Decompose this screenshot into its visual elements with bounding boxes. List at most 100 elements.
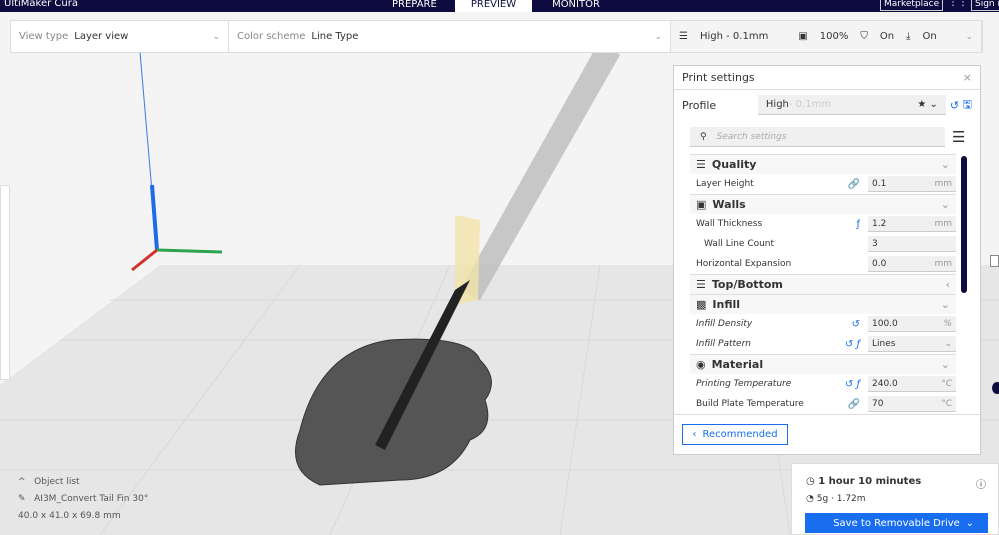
sign-in-button[interactable]: Sign in [971, 0, 999, 11]
tab-prepare[interactable]: PREPARE [392, 0, 437, 12]
setting-unit: °C [941, 378, 952, 389]
setting-label: Wall Thickness [696, 219, 763, 229]
search-icon: ⚲ [700, 131, 707, 142]
category-infill[interactable]: ▩ Infill ⌄ [690, 294, 956, 314]
tab-monitor[interactable]: MONITOR [551, 0, 601, 12]
setting-value-input[interactable]: 0.0 mm [868, 256, 956, 272]
setting-label: Printing Temperature [696, 379, 792, 389]
layer-slider-value[interactable] [990, 255, 999, 267]
category-icon: ☰ [696, 158, 706, 171]
setting-value-input[interactable]: 3 [868, 236, 956, 252]
setting-state-icon[interactable]: 🔗 [830, 179, 860, 190]
chevron-down-icon: ⌄ [965, 31, 973, 42]
object-name: AI3M_Convert Tail Fin 30° [34, 494, 149, 504]
setting-label: Infill Pattern [696, 339, 751, 349]
category-material[interactable]: ◉ Material ⌄ [690, 354, 956, 374]
color-scheme-select[interactable]: Color scheme Line Type ⌄ [229, 21, 671, 52]
category-title: Top/Bottom [711, 278, 783, 291]
profile-summary: High - 0.1mm [699, 31, 769, 42]
save-icon[interactable]: 🖫 [963, 96, 972, 115]
setting-value-input[interactable]: 0.1 mm [868, 176, 956, 192]
apps-grid-icon[interactable]: ⋮⋮ [948, 0, 968, 8]
chevron-down-icon: ⌄ [654, 31, 662, 42]
view-toolbar: View type Layer view ⌄ Color scheme Line… [10, 20, 983, 53]
setting-state-icon[interactable]: ↺ ƒ [830, 379, 860, 390]
recommended-label: Recommended [702, 429, 778, 440]
save-to-drive-button[interactable]: Save to Removable Drive ⌄ [805, 513, 988, 533]
view-type-select[interactable]: View type Layer view ⌄ [11, 21, 229, 52]
search-settings-input[interactable]: ⚲ Search settings [690, 127, 945, 147]
tool-sidebar[interactable] [0, 185, 10, 380]
object-dimensions: 40.0 x 41.0 x 69.8 mm [18, 511, 121, 521]
setting-unit: mm [934, 258, 952, 269]
profile-label: Profile [682, 98, 717, 112]
chevron-down-icon: ⌄ [940, 298, 950, 311]
marketplace-button[interactable]: Marketplace [880, 0, 944, 11]
support-summary: On [879, 31, 895, 42]
support-icon: ⛉ [860, 31, 868, 42]
setting-value: 1.2 [872, 218, 887, 229]
setting-state-icon[interactable]: ↺ ƒ [830, 339, 860, 350]
category-icon: ☰ [696, 278, 706, 291]
setting-value-input[interactable]: 70 °C [868, 396, 956, 412]
print-time: ◷ 1 hour 10 minutes [806, 476, 922, 487]
category-icon: ▩ [696, 298, 707, 311]
setting-row: Printing Temperature ↺ ƒ 240.0 °C [690, 374, 956, 394]
pencil-icon[interactable]: ✎ [18, 494, 26, 504]
category-quality[interactable]: ☰ Quality ⌄ [690, 154, 956, 174]
setting-unit: % [943, 318, 952, 329]
setting-value-input[interactable]: 100.0% [868, 316, 956, 332]
profile-row: Profile High - 0.1mm ★ ⌄ ↺ 🖫 [674, 90, 980, 120]
app-logo: UltiMaker Cura [4, 0, 78, 9]
profile-select[interactable]: High - 0.1mm ★ ⌄ [757, 95, 946, 115]
object-list-toggle[interactable]: ^ Object list [18, 474, 148, 491]
setting-state-icon[interactable]: 🔗 [830, 399, 860, 410]
setting-state-icon[interactable]: ƒ [830, 219, 860, 230]
star-icon: ★ ⌄ [917, 99, 938, 110]
info-icon[interactable]: ⓘ [976, 476, 986, 491]
chevron-down-icon: ⌄ [940, 198, 950, 211]
view-type-label: View type [19, 31, 69, 42]
print-settings-panel: Print settings × Profile High - 0.1mm ★ … [673, 65, 981, 455]
category-icon: ◉ [696, 358, 706, 371]
setting-value-input[interactable]: 1.2 mm [868, 216, 956, 232]
profile-layer-height: - 0.1mm [788, 99, 832, 110]
setting-label: Infill Density [696, 319, 753, 329]
category-walls[interactable]: ▣ Walls ⌄ [690, 194, 956, 214]
settings-scrollbar[interactable] [961, 156, 967, 293]
chevron-up-icon: ^ [18, 477, 26, 487]
category-top-bottom[interactable]: ☰ Top/Bottom ‹ [690, 274, 956, 294]
setting-value-input[interactable]: Lines ⌄ [868, 336, 956, 352]
setting-state-icon[interactable]: ↺ [830, 319, 860, 330]
adhesion-icon: ⤓ [906, 31, 911, 42]
tab-preview[interactable]: PREVIEW [455, 0, 532, 12]
recommended-button[interactable]: ‹ Recommended [682, 424, 788, 445]
category-title: Walls [712, 198, 746, 211]
reset-icon[interactable]: ↺ [950, 99, 959, 112]
setting-row: Layer Height 🔗 0.1 mm [690, 174, 956, 194]
menu-icon[interactable]: ☰ [952, 128, 965, 146]
setting-label: Build Plate Temperature [696, 399, 804, 409]
setting-unit: mm [934, 218, 952, 229]
setting-row: Horizontal Expansion 0.0 mm [690, 254, 956, 274]
layer-slider-handle[interactable] [992, 382, 999, 394]
setting-value-input[interactable]: 240.0 °C [868, 376, 956, 392]
object-list-header: Object list [34, 477, 80, 487]
category-icon: ▣ [696, 198, 707, 211]
y-axis [156, 248, 223, 254]
infill-summary: 100% [819, 31, 849, 42]
setting-row: Build Plate Temperature 🔗 70 °C [690, 394, 956, 414]
close-icon[interactable]: × [963, 71, 972, 84]
setting-label: Layer Height [696, 179, 754, 189]
save-label: Save to Removable Drive [833, 517, 960, 529]
panel-title: Print settings [682, 71, 755, 84]
infill-icon: ▣ [798, 31, 808, 42]
panel-header: Print settings × [674, 66, 980, 90]
print-setup-selector[interactable]: ☰ High - 0.1mm ▣ 100% ⛉ On ⤓ On ⌄ [671, 21, 982, 52]
color-scheme-label: Color scheme [237, 31, 306, 42]
panel-footer: ‹ Recommended [674, 414, 980, 454]
setting-value: 70 [872, 398, 884, 409]
setting-unit: mm [934, 178, 952, 189]
chevron-down-icon[interactable]: ⌄ [966, 518, 974, 529]
setting-unit: ⌄ [944, 338, 952, 349]
